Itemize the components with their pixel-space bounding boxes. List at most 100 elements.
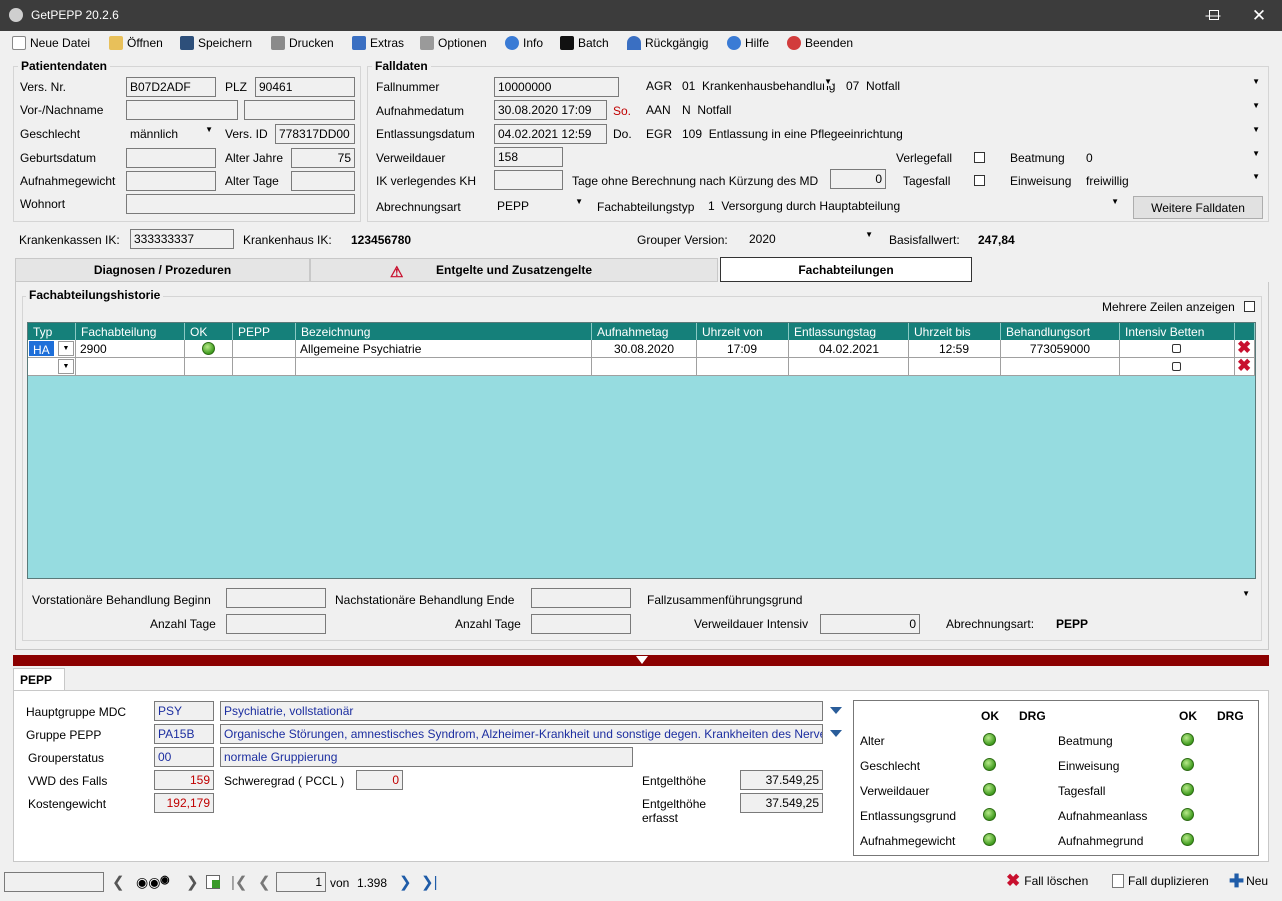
- verweildauer-field[interactable]: 158: [494, 147, 563, 167]
- extras-button[interactable]: Extras: [352, 35, 404, 51]
- previous-page-icon[interactable]: ❮: [258, 873, 271, 891]
- bezeichnung-cell[interactable]: Allgemeine Psychiatrie: [296, 340, 592, 358]
- aufnahmetag-cell[interactable]: [592, 358, 697, 376]
- aufnahmegewicht-field[interactable]: [126, 171, 216, 191]
- intensiv-checkbox[interactable]: [1172, 362, 1181, 371]
- ik-verlegendes-kh-field[interactable]: [494, 170, 563, 190]
- kostengewicht-field[interactable]: 192,179: [154, 793, 214, 813]
- last-page-icon[interactable]: ❯|: [421, 873, 437, 891]
- intensiv-checkbox[interactable]: [1172, 344, 1181, 353]
- vers-nr-field[interactable]: B07D2ADF: [126, 77, 216, 97]
- mehrere-zeilen-checkbox[interactable]: [1244, 301, 1255, 312]
- close-icon[interactable]: ✕: [1236, 0, 1282, 31]
- anzahl-tage2-field[interactable]: [531, 614, 631, 634]
- agr-select[interactable]: 01 Krankenhausbehandlung ▼: [678, 76, 835, 96]
- wohnort-field[interactable]: [126, 194, 355, 214]
- geschlecht-select[interactable]: männlich ▼: [126, 124, 216, 144]
- entlassungsdatum-field[interactable]: 04.02.2021 12:59: [494, 124, 607, 144]
- next-search-icon[interactable]: ❯: [186, 873, 199, 891]
- exit-button[interactable]: Beenden: [787, 35, 853, 51]
- fallnummer-field[interactable]: 10000000: [494, 77, 619, 97]
- abrechnungsart-select[interactable]: PEPP ▼: [493, 196, 586, 216]
- nachname-field[interactable]: [244, 100, 355, 120]
- krankenkassen-ik-field[interactable]: 333333337: [130, 229, 234, 249]
- typ-select[interactable]: HA ▼: [28, 340, 76, 358]
- open-button[interactable]: Öffnen: [109, 35, 163, 51]
- delete-row-button[interactable]: ✖: [1235, 358, 1255, 376]
- verweildauer-intensiv-field[interactable]: 0: [820, 614, 920, 634]
- search-text-icon[interactable]: ◉: [160, 873, 170, 886]
- bezeichnung-cell[interactable]: [296, 358, 592, 376]
- fall-duplizieren-button[interactable]: Fall duplizieren: [1112, 874, 1209, 888]
- neu-button[interactable]: ✚ Neu: [1229, 872, 1268, 890]
- tab-pepp[interactable]: PEPP: [13, 668, 65, 691]
- alter-tage-field[interactable]: [291, 171, 355, 191]
- tage-ohne-field[interactable]: 0: [830, 169, 886, 189]
- vorname-field[interactable]: [126, 100, 238, 120]
- undo-button[interactable]: Rückgängig: [627, 35, 708, 51]
- grouperstatus-code-field[interactable]: 00: [154, 747, 214, 767]
- weitere-falldaten-button[interactable]: Weitere Falldaten: [1133, 196, 1263, 219]
- tab-fachabteilungen[interactable]: Fachabteilungen: [720, 257, 972, 282]
- tagesfall-checkbox[interactable]: [974, 175, 985, 186]
- new-file-button[interactable]: Neue Datei: [12, 35, 90, 51]
- entlassungstag-cell[interactable]: [789, 358, 909, 376]
- previous-icon[interactable]: ❮: [112, 873, 125, 891]
- entgelthoehe-field[interactable]: 37.549,25: [740, 770, 823, 790]
- pepp-cell[interactable]: [233, 340, 296, 358]
- info-button[interactable]: Info: [505, 35, 543, 51]
- gruppe-pepp-code-field[interactable]: PA15B: [154, 724, 214, 744]
- options-button[interactable]: Optionen: [420, 35, 487, 51]
- plz-field[interactable]: 90461: [255, 77, 355, 97]
- alter-jahre-field[interactable]: 75: [291, 148, 355, 168]
- batch-button[interactable]: Batch: [560, 35, 609, 51]
- next-page-icon[interactable]: ❯: [399, 873, 412, 891]
- einweisung-select[interactable]: freiwillig ▼: [1082, 171, 1263, 191]
- vorstationaer-field[interactable]: [226, 588, 326, 608]
- hauptgruppe-code-field[interactable]: PSY: [154, 701, 214, 721]
- beatmung-select[interactable]: 0 ▼: [1082, 148, 1263, 168]
- vers-id-field[interactable]: 778317DD00: [275, 124, 355, 144]
- gruppe-pepp-text-field[interactable]: Organische Störungen, amnestisches Syndr…: [220, 724, 823, 744]
- grouperstatus-text-field[interactable]: normale Gruppierung: [220, 747, 633, 767]
- first-page-icon[interactable]: |❮: [231, 873, 247, 891]
- aan-select[interactable]: N Notfall ▼: [678, 100, 1263, 120]
- tab-entgelte[interactable]: ⚠ Entgelte und Zusatzengelte: [310, 258, 718, 282]
- egr-select[interactable]: 109 Entlassung in eine Pflegeeinrichtung…: [678, 124, 1263, 144]
- vwd-falls-field[interactable]: 159: [154, 770, 214, 790]
- pepp-cell[interactable]: [233, 358, 296, 376]
- geburtsdatum-field[interactable]: [126, 148, 216, 168]
- uhrzeit-von-cell[interactable]: [697, 358, 789, 376]
- nachstationaer-field[interactable]: [531, 588, 631, 608]
- fachabteilung-cell[interactable]: [76, 358, 185, 376]
- entlassungstag-cell[interactable]: 04.02.2021: [789, 340, 909, 358]
- add-record-icon[interactable]: [206, 875, 220, 889]
- anzahl-tage-field[interactable]: [226, 614, 326, 634]
- behandlungsort-cell[interactable]: [1001, 358, 1120, 376]
- verlegefall-checkbox[interactable]: [974, 152, 985, 163]
- fallzusammenfuehrung-select[interactable]: ▼: [820, 588, 1253, 608]
- delete-row-button[interactable]: ✖: [1235, 340, 1255, 358]
- uhrzeit-bis-cell[interactable]: [909, 358, 1001, 376]
- binoculars-icon[interactable]: ◉◉: [136, 874, 160, 891]
- typ-select[interactable]: ▼: [28, 358, 76, 376]
- entgelthoehe-erfasst-field[interactable]: 37.549,25: [740, 793, 823, 813]
- behandlungsort-cell[interactable]: 773059000: [1001, 340, 1120, 358]
- expand-arrow-icon[interactable]: [830, 707, 842, 714]
- expand-arrow-icon[interactable]: [830, 730, 842, 737]
- maximize-square-icon[interactable]: [1209, 10, 1219, 20]
- uhrzeit-bis-cell[interactable]: 12:59: [909, 340, 1001, 358]
- agr2-select[interactable]: 07 Notfall ▼: [842, 76, 1263, 96]
- save-button[interactable]: Speichern: [180, 35, 252, 51]
- fall-loeschen-button[interactable]: ✖ Fall löschen: [1006, 872, 1088, 889]
- fachabteilungstyp-select[interactable]: 1 Versorgung durch Hauptabteilung ▼: [704, 196, 1122, 216]
- tab-diagnosen[interactable]: Diagnosen / Prozeduren: [15, 258, 310, 282]
- search-field[interactable]: [4, 872, 104, 892]
- collapse-triangle-icon[interactable]: [636, 656, 648, 664]
- help-button[interactable]: Hilfe: [727, 35, 769, 51]
- fachabteilung-cell[interactable]: 2900: [76, 340, 185, 358]
- grouper-version-select[interactable]: 2020 ▼: [745, 229, 876, 249]
- uhrzeit-von-cell[interactable]: 17:09: [697, 340, 789, 358]
- page-input[interactable]: 1: [276, 872, 326, 892]
- aufnahmetag-cell[interactable]: 30.08.2020: [592, 340, 697, 358]
